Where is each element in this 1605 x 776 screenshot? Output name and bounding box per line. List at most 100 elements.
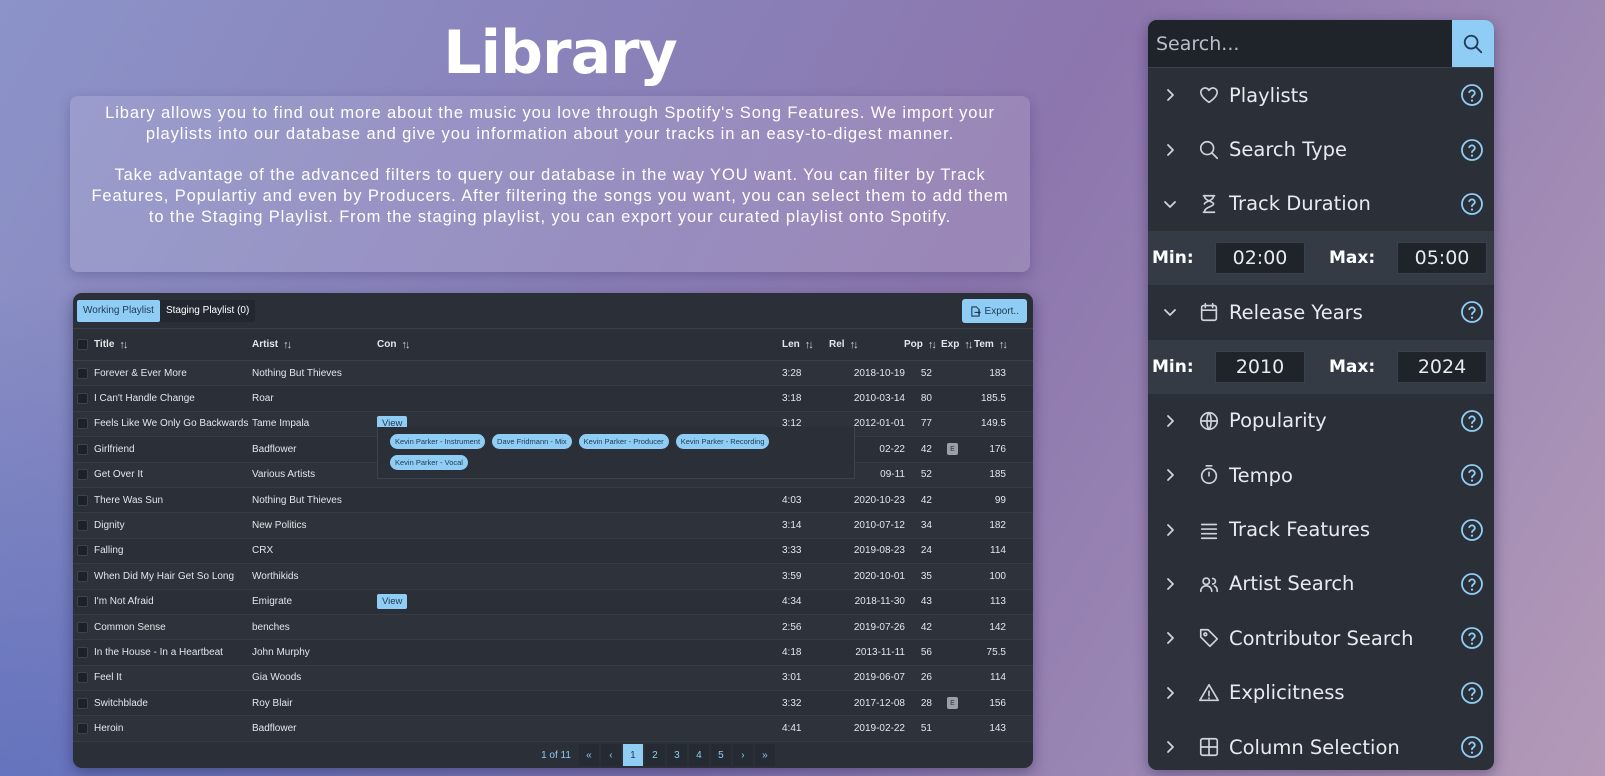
help-icon[interactable] [1460, 572, 1484, 596]
track-popularity: 42 [920, 494, 932, 506]
row-checkbox[interactable] [77, 393, 88, 405]
chevron-right-icon [1167, 469, 1174, 482]
track-artist: Roar [252, 393, 274, 405]
col-pop-header[interactable]: Pop ↑↓ [904, 329, 937, 360]
help-icon[interactable] [1460, 192, 1484, 216]
select-all-checkbox[interactable] [77, 339, 88, 350]
track-title: When Did My Hair Get So Long [94, 570, 235, 582]
page-button[interactable]: 2 [644, 744, 665, 766]
track-popularity: 52 [920, 469, 932, 481]
track-artist: Nothing But Thieves [252, 494, 342, 506]
filter-section-track-duration[interactable]: Track Duration [1148, 177, 1494, 231]
page-button[interactable]: 3 [666, 744, 687, 766]
row-checkbox[interactable] [77, 520, 88, 532]
track-popularity: 42 [920, 443, 932, 455]
row-checkbox[interactable] [77, 697, 88, 709]
tab-staging-playlist[interactable]: Staging Playlist (0) [159, 299, 256, 322]
filter-section-artist-search[interactable]: Artist Search [1148, 557, 1494, 611]
search-input[interactable] [1148, 20, 1452, 67]
col-len-header[interactable]: Len ↑↓ [782, 329, 814, 360]
next-page-button[interactable]: › [732, 744, 753, 766]
help-icon[interactable] [1460, 300, 1484, 324]
release-years-min-input[interactable]: 2010 [1215, 350, 1305, 383]
filter-sections: Playlists Search Type Track Duration Min… [1148, 68, 1494, 770]
filter-section-playlists[interactable]: Playlists [1148, 68, 1494, 122]
table-row[interactable]: When Did My Hair Get So Long Worthikids 3… [73, 564, 1033, 590]
row-checkbox[interactable] [77, 646, 88, 658]
filter-section-column-selection[interactable]: Column Selection [1148, 720, 1494, 770]
row-checkbox[interactable] [77, 545, 88, 557]
row-checkbox[interactable] [77, 570, 88, 582]
row-checkbox[interactable] [77, 494, 88, 506]
col-title-header[interactable]: Title ↑↓ [94, 329, 128, 360]
filter-section-popularity[interactable]: Popularity [1148, 394, 1494, 448]
filter-section-release-years[interactable]: Release Years [1148, 285, 1494, 339]
table-row[interactable]: In the House - In a Heartbeat John Murph… [73, 640, 1033, 666]
col-con-header[interactable]: Con ↑↓ [377, 329, 410, 360]
col-exp-header[interactable]: Exp ↑↓ [941, 329, 973, 360]
sort-icon: ↑↓ [283, 338, 292, 351]
contributor-chip[interactable]: Kevin Parker - Recording [675, 434, 770, 449]
filter-section-explicitness[interactable]: Explicitness [1148, 666, 1494, 720]
filter-section-tempo[interactable]: Tempo [1148, 448, 1494, 502]
row-checkbox[interactable] [77, 418, 88, 430]
help-icon[interactable] [1460, 681, 1484, 705]
col-rel-header[interactable]: Rel ↑↓ [829, 329, 859, 360]
help-icon[interactable] [1460, 138, 1484, 162]
filter-section-track-features[interactable]: Track Features [1148, 502, 1494, 556]
table-row[interactable]: Common Sense benches 2:56 2019-07-26 42 14… [73, 614, 1033, 641]
page-button[interactable]: 4 [688, 744, 709, 766]
last-page-button[interactable]: » [754, 744, 775, 766]
row-checkbox[interactable] [77, 367, 88, 379]
filter-section-search-type[interactable]: Search Type [1148, 122, 1494, 176]
row-checkbox[interactable] [77, 443, 88, 455]
contributor-chip[interactable]: Kevin Parker - Instrument [390, 434, 486, 449]
page-button[interactable]: 1 [622, 744, 643, 766]
chevron-right-icon [1167, 143, 1174, 156]
chevron-right-icon [1167, 632, 1174, 645]
row-checkbox[interactable] [77, 469, 88, 481]
help-icon[interactable] [1460, 463, 1484, 487]
table-row[interactable]: Forever & Ever More Nothing But Thieves 3… [73, 361, 1033, 387]
contributor-chip[interactable]: Dave Fridmann - Mix [492, 434, 572, 449]
sort-icon: ↑↓ [849, 338, 859, 351]
row-checkbox[interactable] [77, 723, 88, 735]
help-icon[interactable] [1460, 735, 1484, 759]
track-tempo: 142 [989, 621, 1006, 633]
track-duration-max-input[interactable]: 05:00 [1397, 242, 1487, 275]
view-contributors-button[interactable]: View [377, 594, 408, 610]
row-checkbox[interactable] [77, 672, 88, 684]
track-release: 2010-07-12 [853, 520, 905, 532]
table-row[interactable]: Switchblade Roy Blair 3:32 2017-12-08 28 E… [73, 691, 1033, 717]
help-icon[interactable] [1460, 626, 1484, 650]
help-icon[interactable] [1460, 83, 1484, 107]
help-icon[interactable] [1460, 518, 1484, 542]
col-tem-header[interactable]: Tem ↑↓ [974, 329, 1008, 360]
contributor-chip[interactable]: Kevin Parker - Producer [578, 434, 669, 449]
table-row[interactable]: Falling CRX 3:33 2019-08-23 24 114 [73, 539, 1033, 565]
track-duration-min-input[interactable]: 02:00 [1215, 242, 1305, 275]
prev-page-button[interactable]: ‹ [600, 744, 621, 766]
help-icon[interactable] [1460, 409, 1484, 433]
table-row[interactable]: Feel It Gia Woods 3:01 2019-06-07 26 114 [73, 665, 1033, 692]
track-popularity: 43 [920, 596, 932, 608]
release-years-max-input[interactable]: 2024 [1397, 350, 1487, 383]
search-button[interactable] [1452, 20, 1494, 67]
first-page-button[interactable]: « [578, 744, 599, 766]
chevron-down-icon [1164, 309, 1176, 317]
row-checkbox[interactable] [77, 596, 88, 608]
table-row[interactable]: Heroin Badflower 4:41 2019-02-22 51 143 [73, 716, 1033, 742]
col-artist-header[interactable]: Artist ↑↓ [252, 329, 292, 360]
export-icon [970, 305, 981, 317]
track-tempo: 156 [989, 697, 1006, 709]
table-row[interactable]: There Was Sun Nothing But Thieves 4:03 20… [73, 488, 1033, 514]
table-row[interactable]: I'm Not Afraid Emigrate View 4:34 2018-11-… [73, 590, 1033, 615]
row-checkbox[interactable] [77, 621, 88, 633]
page-button[interactable]: 5 [710, 744, 731, 766]
filter-section-contributor-search[interactable]: Contributor Search [1148, 611, 1494, 665]
tab-working-playlist[interactable]: Working Playlist [77, 299, 160, 322]
table-row[interactable]: Dignity New Politics 3:14 2010-07-12 34 18… [73, 513, 1033, 539]
export-button[interactable]: Export.. [961, 299, 1027, 323]
table-row[interactable]: I Can't Handle Change Roar 3:18 2010-03-1… [73, 386, 1033, 412]
contributor-chip[interactable]: Kevin Parker - Vocal [390, 455, 468, 470]
